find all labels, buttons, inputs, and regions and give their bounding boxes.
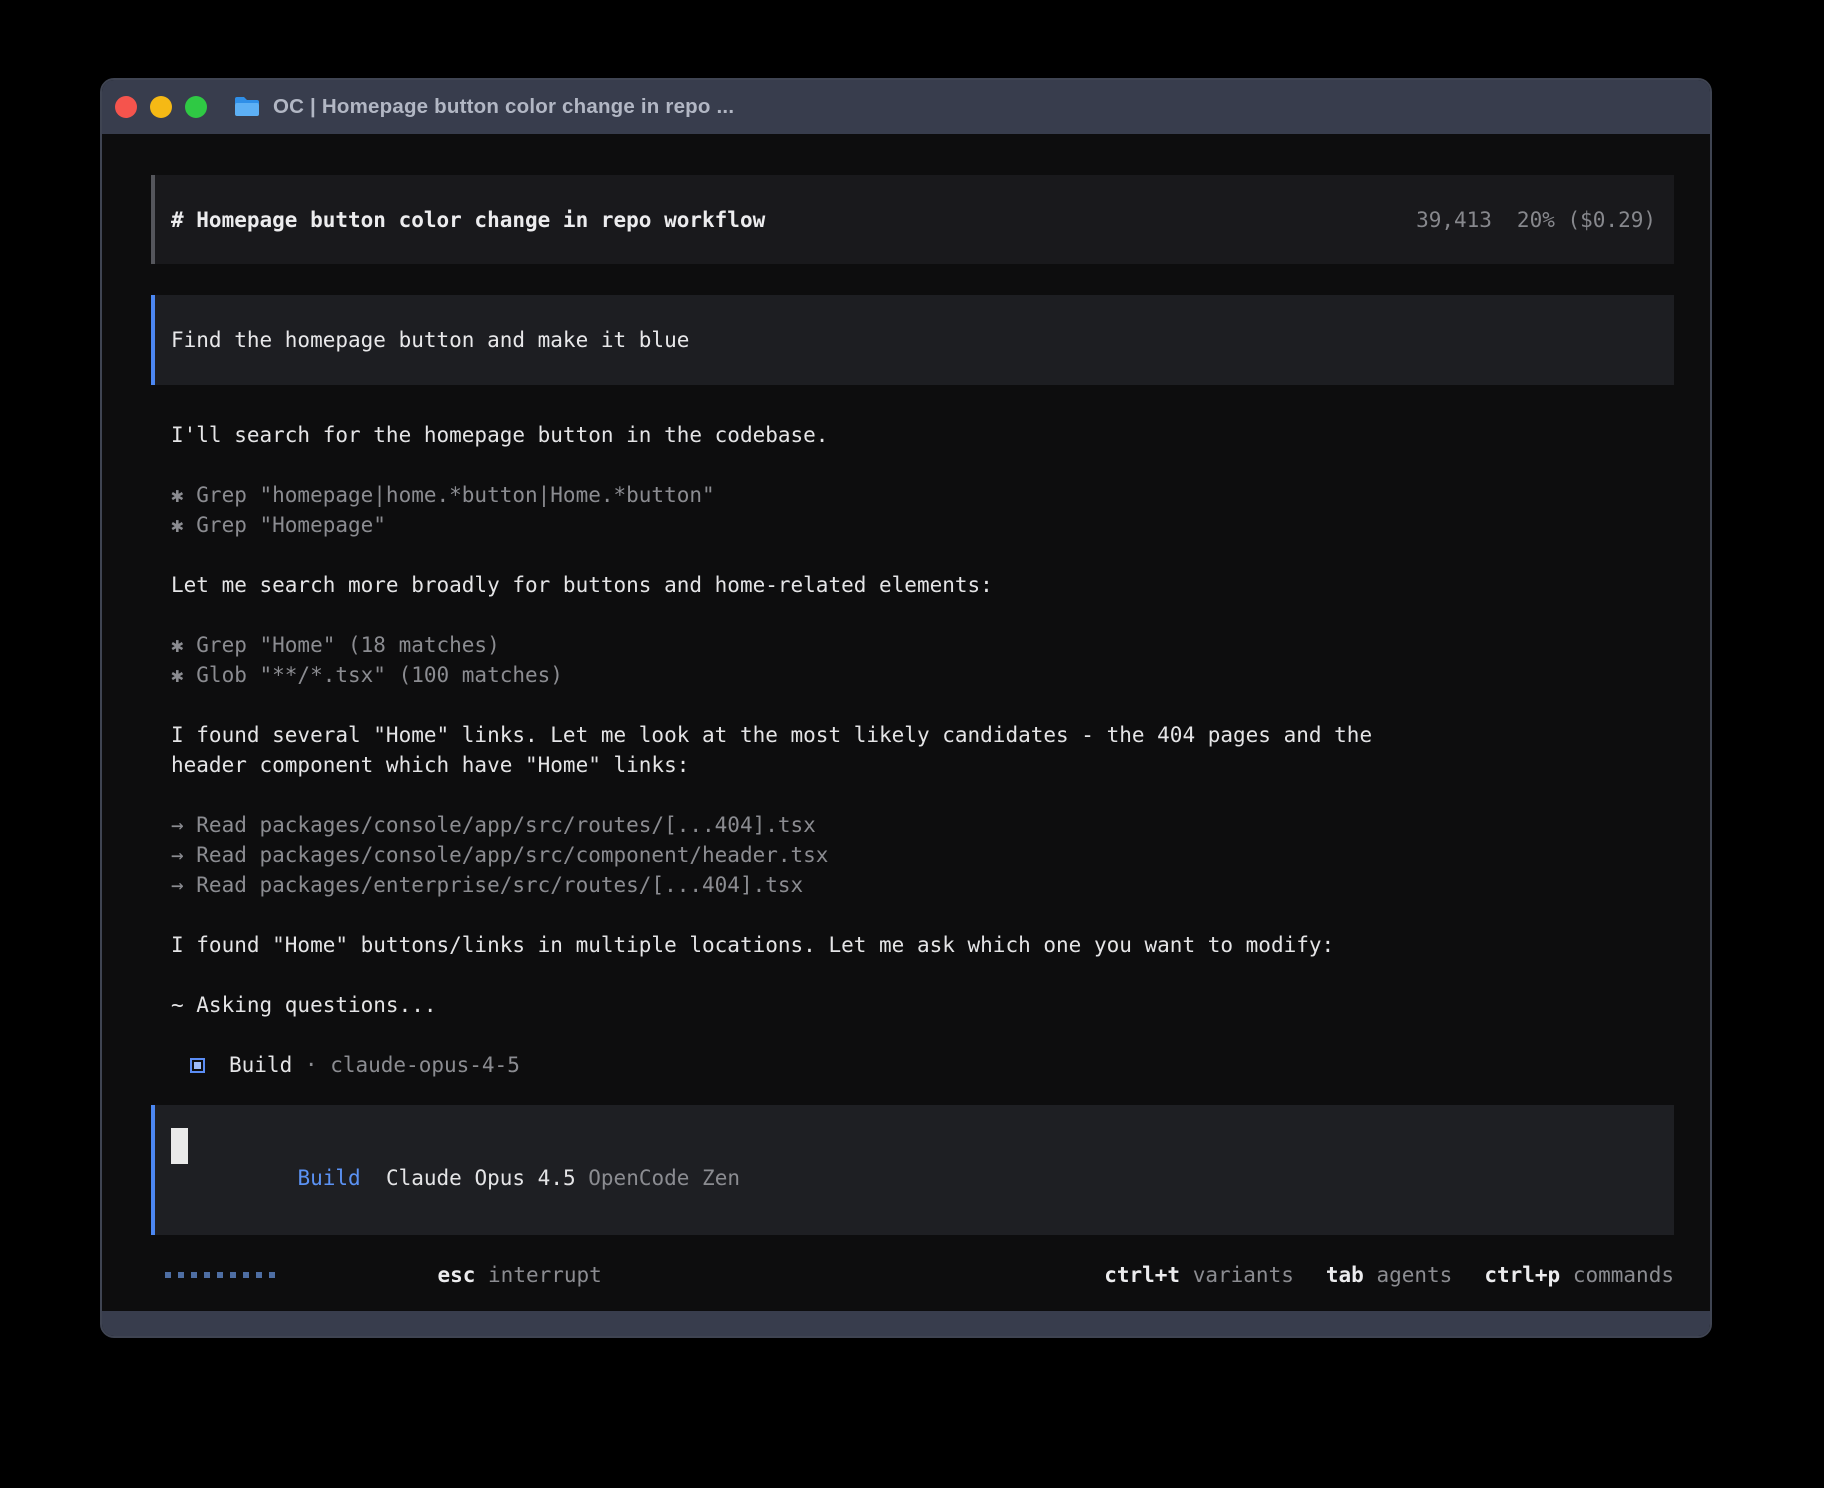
agent-model: claude-opus-4-5 xyxy=(330,1050,520,1080)
input-mode: Build xyxy=(297,1166,360,1190)
minimize-button[interactable] xyxy=(150,96,172,118)
window-titlebar[interactable]: OC | Homepage button color change in rep… xyxy=(102,80,1710,134)
transcript-line xyxy=(171,960,1674,990)
session-stats: 39,413 20% ($0.29) xyxy=(1416,205,1656,235)
window-footer xyxy=(102,1311,1710,1336)
transcript-line: I found several "Home" links. Let me loo… xyxy=(171,720,1674,750)
transcript-line: ✱ Grep "Homepage" xyxy=(171,510,1674,540)
transcript-line: header component which have "Home" links… xyxy=(171,750,1674,780)
transcript-line: → Read packages/console/app/src/routes/[… xyxy=(171,810,1674,840)
window-title: OC | Homepage button color change in rep… xyxy=(273,95,734,119)
spinner-dot xyxy=(178,1272,184,1278)
spinner-dot xyxy=(191,1272,197,1278)
transcript-line: → Read packages/console/app/src/componen… xyxy=(171,840,1674,870)
transcript-line: ✱ Grep "homepage|home.*button|Home.*butt… xyxy=(171,480,1674,510)
transcript-line xyxy=(171,600,1674,630)
transcript-line: I found "Home" buttons/links in multiple… xyxy=(171,930,1674,960)
status-bar: esc interrupt ctrl+t variants tab agents… xyxy=(151,1260,1674,1290)
session-header: # Homepage button color change in repo w… xyxy=(151,175,1674,264)
spinner-dot xyxy=(217,1272,223,1278)
folder-icon xyxy=(233,95,261,119)
transcript-line xyxy=(171,900,1674,930)
token-count: 39,413 xyxy=(1416,205,1492,235)
terminal-body: # Homepage button color change in repo w… xyxy=(102,134,1710,1311)
user-message-text: Find the homepage button and make it blu… xyxy=(171,325,689,355)
transcript-line: Let me search more broadly for buttons a… xyxy=(171,570,1674,600)
transcript-line xyxy=(171,540,1674,570)
input-meta: Build Claude Opus 4.5 OpenCode Zen xyxy=(171,1133,740,1223)
agent-separator: · xyxy=(292,1050,330,1080)
agent-status-line: Build · claude-opus-4-5 xyxy=(151,1050,1674,1080)
shortcut-variants: ctrl+t variants xyxy=(1104,1260,1294,1290)
transcript-line xyxy=(171,780,1674,810)
traffic-lights xyxy=(115,96,207,118)
statusbar-shortcuts: ctrl+t variants tab agents ctrl+p comman… xyxy=(1104,1260,1674,1290)
spinner-dot xyxy=(204,1272,210,1278)
transcript: I'll search for the homepage button in t… xyxy=(151,420,1674,1050)
session-title: # Homepage button color change in repo w… xyxy=(171,205,1416,235)
context-usage: 20% ($0.29) xyxy=(1517,205,1656,235)
zoom-button[interactable] xyxy=(185,96,207,118)
transcript-line: I'll search for the homepage button in t… xyxy=(171,420,1674,450)
transcript-line: → Read packages/enterprise/src/routes/[.… xyxy=(171,870,1674,900)
shortcut-commands: ctrl+p commands xyxy=(1484,1260,1674,1290)
input-provider: OpenCode Zen xyxy=(588,1166,740,1190)
spinner-dot xyxy=(230,1272,236,1278)
spinner-dot xyxy=(165,1272,171,1278)
terminal-window: OC | Homepage button color change in rep… xyxy=(100,78,1712,1338)
transcript-line xyxy=(171,450,1674,480)
spinner-dot xyxy=(256,1272,262,1278)
input-model: Claude Opus 4.5 xyxy=(386,1166,576,1190)
spinner-dot xyxy=(243,1272,249,1278)
transcript-line xyxy=(171,690,1674,720)
transcript-line: ✱ Grep "Home" (18 matches) xyxy=(171,630,1674,660)
transcript-line: ~ Asking questions... xyxy=(171,990,1674,1020)
esc-label: interrupt xyxy=(488,1263,602,1287)
transcript-line: ✱ Glob "**/*.tsx" (100 matches) xyxy=(171,660,1674,690)
shortcut-agents: tab agents xyxy=(1326,1260,1452,1290)
square-in-square-icon xyxy=(190,1058,205,1073)
prompt-input[interactable]: Build Claude Opus 4.5 OpenCode Zen xyxy=(151,1105,1674,1235)
user-message: Find the homepage button and make it blu… xyxy=(151,295,1674,385)
agent-name: Build xyxy=(229,1050,292,1080)
spinner-dots xyxy=(165,1272,275,1278)
close-button[interactable] xyxy=(115,96,137,118)
spinner-dot xyxy=(269,1272,275,1278)
transcript-line xyxy=(171,1020,1674,1050)
shortcut-interrupt: esc interrupt xyxy=(311,1230,602,1311)
esc-key: esc xyxy=(437,1263,475,1287)
